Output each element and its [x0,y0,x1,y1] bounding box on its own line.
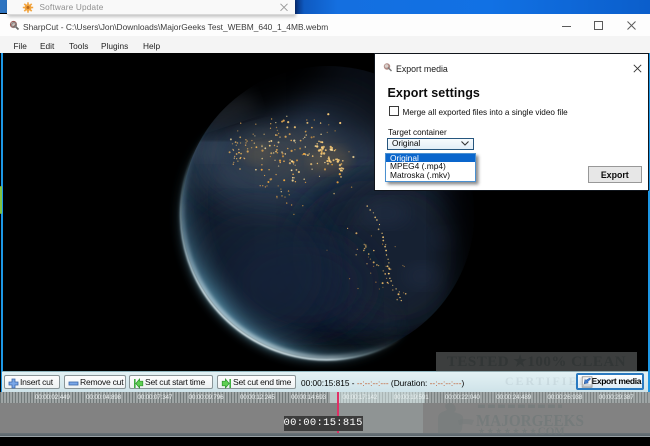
svg-text:.COM: .COM [535,426,565,438]
svg-text:★★★★★★★: ★★★★★★★ [478,427,538,436]
